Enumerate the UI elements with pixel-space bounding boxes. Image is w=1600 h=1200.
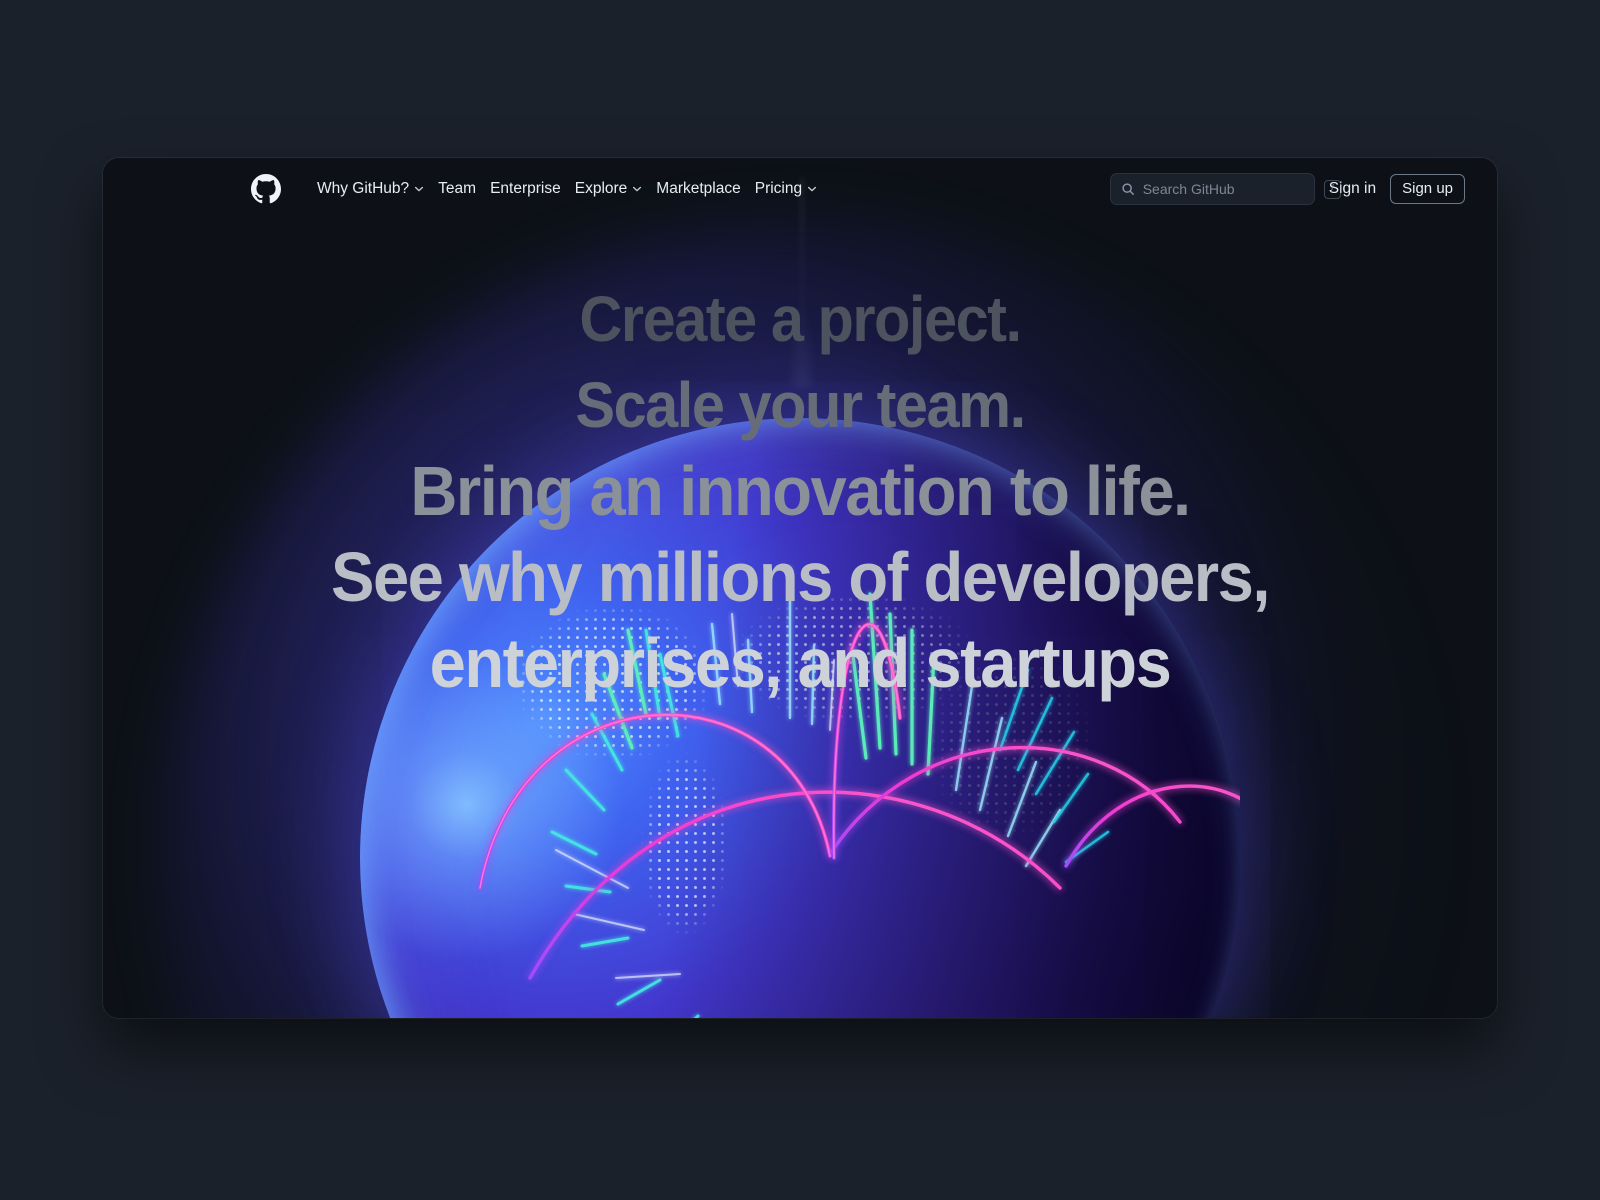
nav-item-label: Team xyxy=(438,180,477,198)
search-box[interactable]: / xyxy=(1109,173,1341,205)
github-logo-icon[interactable] xyxy=(251,174,281,204)
nav-item-marketplace[interactable]: Marketplace xyxy=(656,181,740,197)
primary-navigation: Why GitHub? Team Enterprise Explore Mark… xyxy=(317,181,817,197)
search-shortcut-badge: / xyxy=(1323,179,1341,199)
globe-rim-light xyxy=(360,418,1240,1018)
chevron-down-icon xyxy=(808,186,817,192)
hero-line-2: Scale your team. xyxy=(575,369,1026,441)
chevron-down-icon xyxy=(633,186,642,192)
globe-sphere xyxy=(360,418,1240,1018)
globe-rim-light xyxy=(360,418,1240,1018)
nav-item-label: Why GitHub? xyxy=(317,180,410,198)
nav-item-label: Marketplace xyxy=(656,180,741,198)
hero-line-5: enterprises, and startups xyxy=(429,624,1172,702)
hero-line-4: See why millions of developers, xyxy=(331,538,1270,616)
site-header: Why GitHub? Team Enterprise Explore Mark… xyxy=(103,158,1497,220)
globe-connections-layer xyxy=(478,566,1240,1018)
hero-line-3: Bring an innovation to life. xyxy=(410,452,1191,530)
sign-up-button[interactable]: Sign up xyxy=(1390,174,1465,204)
nav-item-label: Explore xyxy=(574,180,628,198)
nav-item-why-github[interactable]: Why GitHub? xyxy=(317,181,424,197)
globe-landmass-dots xyxy=(920,628,1150,888)
search-icon xyxy=(1122,183,1134,195)
globe-halo-glow xyxy=(160,218,1440,1018)
globe-landmass-dots xyxy=(720,568,1020,748)
nav-item-label: Enterprise xyxy=(490,180,561,198)
globe-landmass-dots xyxy=(610,748,760,988)
chevron-down-icon xyxy=(415,186,424,192)
nav-item-enterprise[interactable]: Enterprise xyxy=(490,181,561,197)
nav-item-pricing[interactable]: Pricing xyxy=(755,181,817,197)
nav-item-team[interactable]: Team xyxy=(438,181,476,197)
github-homepage: Create a project. Scale your team. Bring… xyxy=(103,158,1497,1018)
nav-item-label: Pricing xyxy=(754,180,803,198)
hero-globe-graphic xyxy=(103,218,1497,1018)
header-actions: / Sign in Sign up xyxy=(1109,173,1465,205)
search-input[interactable] xyxy=(1134,181,1324,197)
hero-headline: Create a project. Scale your team. Bring… xyxy=(103,276,1497,706)
browser-window: Create a project. Scale your team. Bring… xyxy=(103,158,1497,1018)
hero-line-1: Create a project. xyxy=(579,283,1022,355)
globe-landmass-dots xyxy=(510,588,740,798)
nav-item-explore[interactable]: Explore xyxy=(575,181,643,197)
globe-terminator-shadow xyxy=(360,418,1240,1018)
